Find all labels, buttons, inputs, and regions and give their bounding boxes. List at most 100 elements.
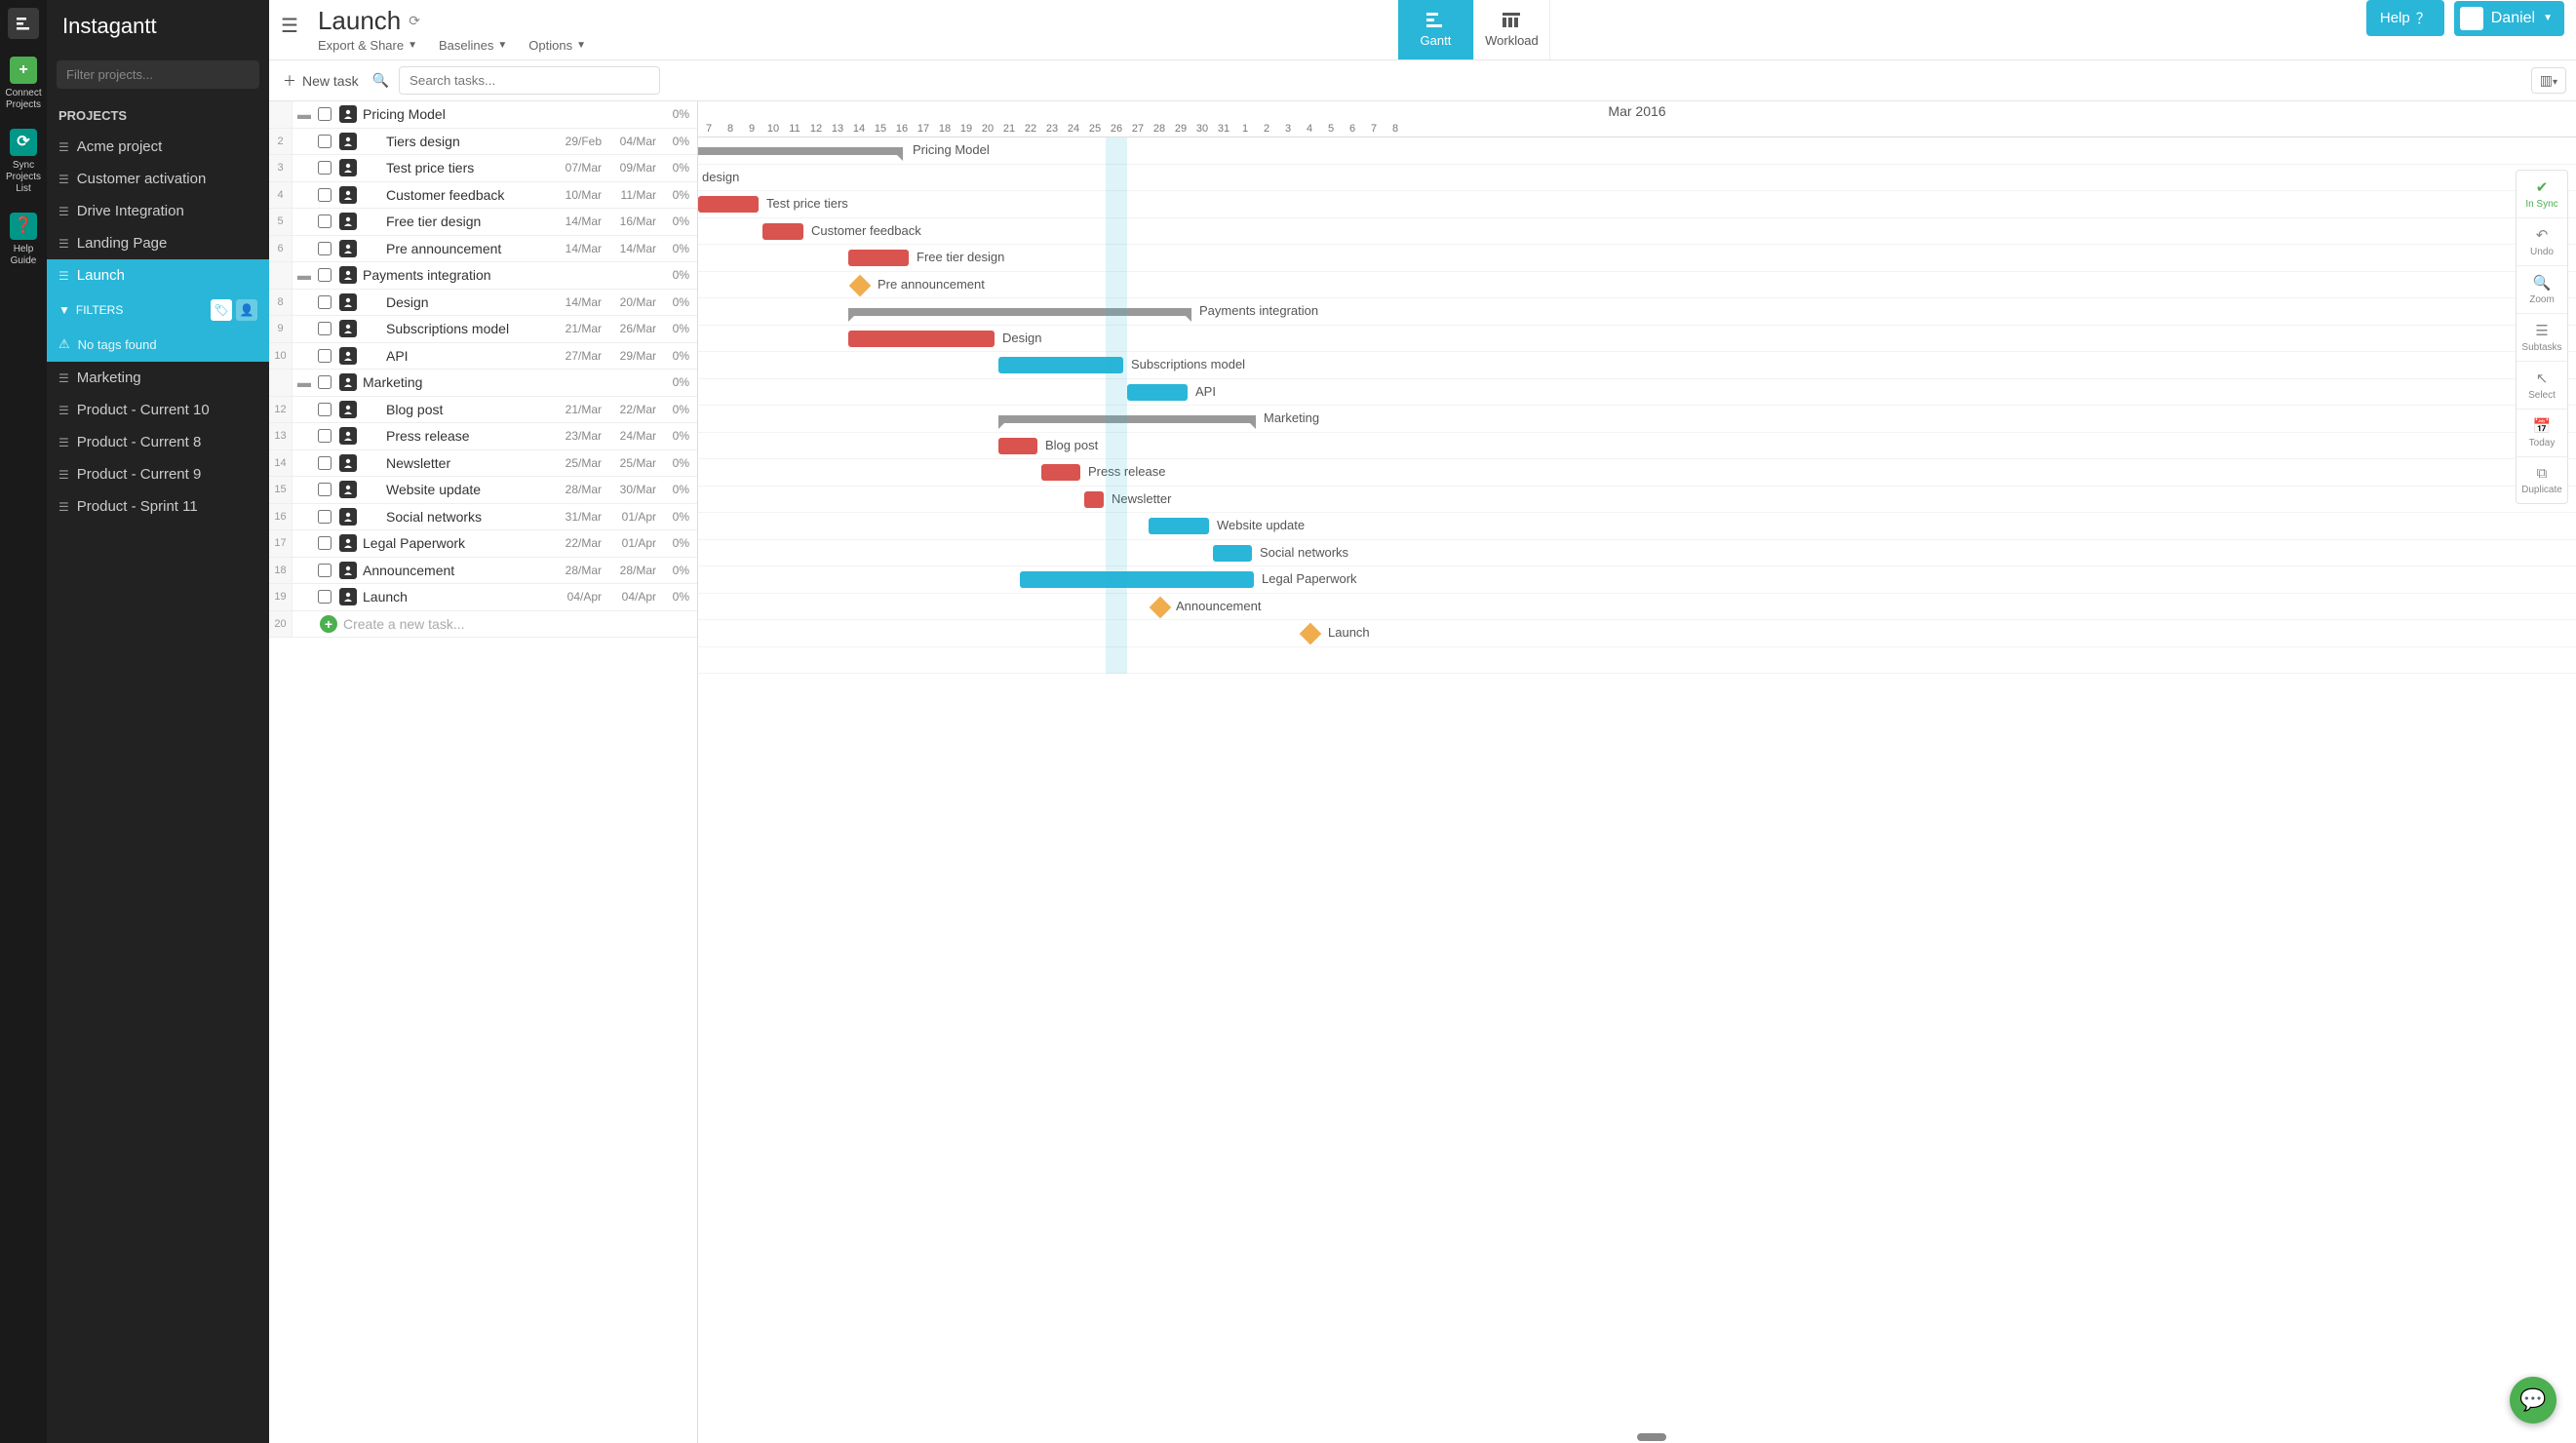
task-checkbox[interactable] [316,322,333,335]
task-checkbox[interactable] [316,349,333,363]
milestone-icon[interactable] [1150,596,1172,618]
search-icon[interactable]: 🔍 [372,72,389,89]
assignee-icon[interactable] [339,373,357,391]
gantt-bar[interactable] [1041,464,1080,481]
zoom-button[interactable]: 🔍Zoom [2517,266,2567,314]
day-header[interactable]: 9 [741,121,762,136]
gantt-bar[interactable] [1020,571,1254,588]
duplicate-button[interactable]: ⧉Duplicate [2517,457,2567,503]
help-button[interactable]: Help？ [2366,0,2444,36]
day-header[interactable]: 27 [1127,121,1149,136]
assignee-icon[interactable] [339,240,357,257]
sidebar-project[interactable]: ☰Product - Current 9 [47,458,269,490]
sidebar-project[interactable]: ☰Product - Current 10 [47,394,269,426]
assignee-icon[interactable] [339,481,357,498]
day-header[interactable]: 26 [1106,121,1127,136]
gantt-bar[interactable] [698,147,903,155]
connect-projects-button[interactable]: +Connect Projects [5,57,41,111]
day-header[interactable]: 7 [698,121,720,136]
day-header[interactable]: 11 [784,121,805,136]
day-header[interactable]: 4 [1299,121,1320,136]
task-row[interactable]: ▬Pricing Model0% [269,101,697,129]
day-header[interactable]: 16 [891,121,913,136]
assignee-icon[interactable] [339,266,357,284]
day-header[interactable]: 3 [1277,121,1299,136]
task-row[interactable]: ▬Marketing0% [269,370,697,397]
task-checkbox[interactable] [316,403,333,416]
task-checkbox[interactable] [316,429,333,443]
day-header[interactable]: 23 [1041,121,1063,136]
task-checkbox[interactable] [316,161,333,175]
day-header[interactable]: 29 [1170,121,1191,136]
assignee-icon[interactable] [339,105,357,123]
task-row[interactable]: 5Free tier design14/Mar16/Mar0% [269,209,697,236]
task-row[interactable]: 8Design14/Mar20/Mar0% [269,290,697,317]
day-header[interactable]: 17 [913,121,934,136]
day-header[interactable]: 12 [805,121,827,136]
task-checkbox[interactable] [316,295,333,309]
sidebar-project[interactable]: ☰Acme project [47,131,269,163]
day-header[interactable]: 21 [998,121,1020,136]
day-header[interactable]: 30 [1191,121,1213,136]
assignee-icon[interactable] [339,213,357,230]
task-row[interactable]: 6Pre announcement14/Mar14/Mar0% [269,236,697,263]
user-menu[interactable]: Daniel▼ [2454,1,2564,36]
sidebar-project[interactable]: ☰Landing Page [47,227,269,259]
today-button[interactable]: 📅Today [2517,410,2567,457]
day-header[interactable]: 1 [1234,121,1256,136]
gantt-bar[interactable] [848,308,1191,316]
milestone-icon[interactable] [849,274,872,296]
task-row[interactable]: 4Customer feedback10/Mar11/Mar0% [269,182,697,210]
gantt-bar[interactable] [998,357,1123,373]
day-header[interactable]: 6 [1342,121,1363,136]
task-checkbox[interactable] [316,107,333,121]
task-checkbox[interactable] [316,483,333,496]
task-checkbox[interactable] [316,135,333,148]
assignee-icon[interactable] [339,508,357,526]
task-row[interactable]: 13Press release23/Mar24/Mar0% [269,423,697,450]
subtasks-button[interactable]: ☰Subtasks [2517,314,2567,362]
assignee-icon[interactable] [339,133,357,150]
assignee-icon[interactable] [339,159,357,176]
collapse-icon[interactable]: ▬ [293,106,316,122]
day-header[interactable]: 14 [848,121,870,136]
day-header[interactable]: 25 [1084,121,1106,136]
task-checkbox[interactable] [316,214,333,228]
assignee-icon[interactable] [339,401,357,418]
gantt-chart[interactable]: Mar 2016 7891011121314151617181920212223… [698,101,2576,1443]
assignee-icon[interactable] [339,320,357,337]
task-checkbox[interactable] [316,242,333,255]
assignee-icon[interactable] [339,534,357,552]
task-checkbox[interactable] [316,375,333,389]
task-row[interactable]: 18Announcement28/Mar28/Mar0% [269,558,697,585]
task-row[interactable]: 17Legal Paperwork22/Mar01/Apr0% [269,530,697,558]
assignee-icon[interactable] [339,454,357,472]
day-header[interactable]: 7 [1363,121,1385,136]
assignee-icon[interactable] [339,186,357,204]
gantt-bar[interactable] [762,223,803,240]
columns-toggle[interactable]: ▥▾ [2531,67,2566,94]
gantt-bar[interactable] [848,250,909,266]
task-row[interactable]: 12Blog post21/Mar22/Mar0% [269,397,697,424]
search-input[interactable] [399,66,660,95]
gantt-bar[interactable] [1149,518,1209,534]
task-row[interactable]: ▬Payments integration0% [269,262,697,290]
refresh-icon[interactable]: ⟳ [409,13,420,29]
day-header[interactable]: 2 [1256,121,1277,136]
task-row[interactable]: 16Social networks31/Mar01/Apr0% [269,504,697,531]
assignee-icon[interactable] [339,427,357,445]
day-header[interactable]: 31 [1213,121,1234,136]
app-logo-icon[interactable] [8,8,39,39]
undo-button[interactable]: ↶Undo [2517,218,2567,266]
day-header[interactable]: 8 [1385,121,1406,136]
assignee-icon[interactable] [339,347,357,365]
milestone-icon[interactable] [1300,623,1322,645]
day-header[interactable]: 8 [720,121,741,136]
day-header[interactable]: 10 [762,121,784,136]
task-checkbox[interactable] [316,590,333,604]
help-guide-button[interactable]: ❓Help Guide [10,213,37,267]
task-row[interactable]: 15Website update28/Mar30/Mar0% [269,477,697,504]
sidebar-project[interactable]: ☰Launch [47,259,269,292]
sync-status[interactable]: ✔In Sync [2517,171,2567,218]
gantt-bar[interactable] [848,331,995,347]
